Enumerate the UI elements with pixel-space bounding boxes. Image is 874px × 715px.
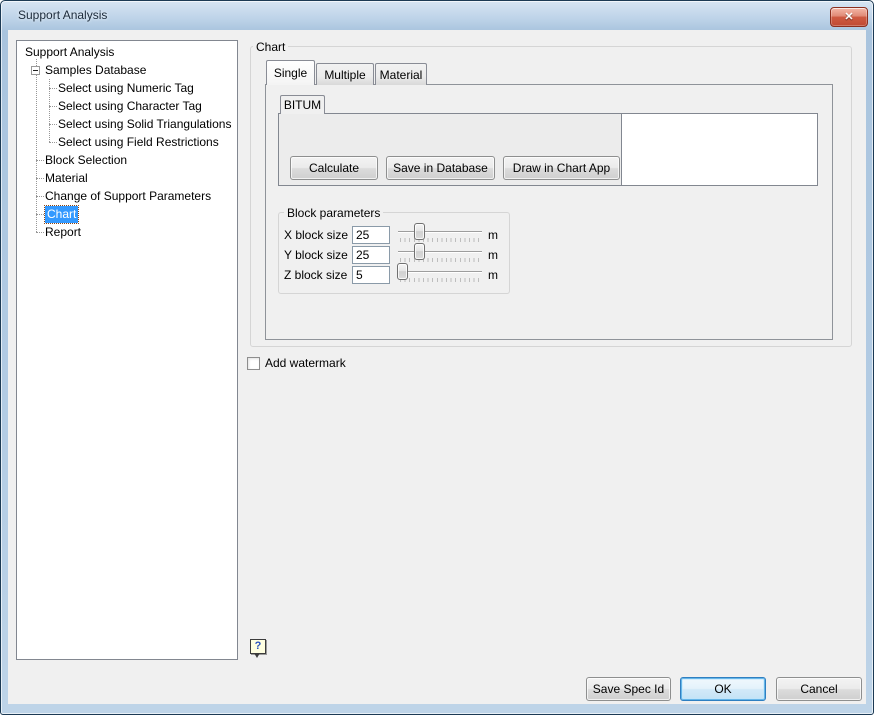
- tree-item-chart[interactable]: Chart: [43, 205, 80, 224]
- slider-ticks: [400, 238, 482, 242]
- z-block-size-unit: m: [488, 268, 498, 282]
- tree-item-support-analysis[interactable]: Support Analysis: [25, 44, 114, 61]
- tree-item-block-selection[interactable]: Block Selection: [45, 152, 127, 169]
- slider-track: [398, 271, 482, 273]
- tab-bitum[interactable]: BITUM: [280, 95, 325, 114]
- y-block-size-slider[interactable]: [398, 243, 482, 265]
- support-analysis-dialog: Support Analysis ✕ Support Analysis Samp…: [0, 0, 874, 715]
- block-parameters-group-label: Block parameters: [284, 206, 384, 220]
- tree-item-change-of-support-parameters[interactable]: Change of Support Parameters: [45, 188, 211, 205]
- slider-track: [398, 251, 482, 253]
- x-block-size-input[interactable]: [352, 226, 390, 244]
- z-block-size-slider[interactable]: [397, 263, 482, 285]
- z-block-size-input[interactable]: [352, 266, 390, 284]
- z-block-size-label: Z block size: [284, 268, 348, 282]
- draw-in-chart-app-button[interactable]: Draw in Chart App: [503, 156, 620, 180]
- tree-connector-stub: [36, 178, 44, 179]
- tree-connector-stub: [36, 196, 44, 197]
- chart-preview-area: [621, 114, 817, 185]
- tree-item-report[interactable]: Report: [45, 224, 81, 241]
- save-spec-id-button[interactable]: Save Spec Id: [586, 677, 671, 701]
- x-block-size-unit: m: [488, 228, 498, 242]
- slider-thumb[interactable]: [397, 263, 409, 280]
- x-block-size-label: X block size: [284, 228, 349, 242]
- slider-thumb[interactable]: [414, 223, 425, 240]
- save-in-database-button[interactable]: Save in Database: [386, 156, 495, 180]
- tree-item-select-using-numeric-tag[interactable]: Select using Numeric Tag: [58, 80, 194, 97]
- slider-ticks: [400, 278, 482, 282]
- y-block-size-input[interactable]: [352, 246, 390, 264]
- tree-connector-stub: [49, 124, 57, 125]
- tree-connector-stub: [36, 232, 44, 233]
- title-bar[interactable]: Support Analysis ✕: [1, 1, 873, 30]
- tree-connector-line: [36, 59, 37, 232]
- add-watermark-checkbox[interactable]: [247, 357, 260, 370]
- tree-item-select-using-field-restrictions[interactable]: Select using Field Restrictions: [58, 134, 219, 151]
- tree-connector-stub: [49, 106, 57, 107]
- y-block-size-label: Y block size: [284, 248, 348, 262]
- tab-single[interactable]: Single: [266, 60, 315, 85]
- x-block-size-slider[interactable]: [398, 223, 482, 245]
- tree-connector-stub: [49, 142, 57, 143]
- question-mark-icon: ?: [254, 640, 262, 652]
- tree-connector-stub: [49, 88, 57, 89]
- help-balloon-icon[interactable]: ?: [250, 639, 266, 658]
- slider-thumb[interactable]: [414, 243, 425, 260]
- slider-ticks: [400, 258, 482, 262]
- tree-connector-stub: [36, 160, 44, 161]
- dialog-client-area: Support Analysis Samples Database Select…: [8, 30, 866, 704]
- close-button[interactable]: ✕: [830, 7, 868, 27]
- y-block-size-unit: m: [488, 248, 498, 262]
- navigation-tree: Support Analysis Samples Database Select…: [16, 40, 238, 660]
- ok-button[interactable]: OK: [680, 677, 766, 701]
- tree-item-samples-database[interactable]: Samples Database: [45, 62, 146, 79]
- tree-item-select-using-character-tag[interactable]: Select using Character Tag: [58, 98, 202, 115]
- add-watermark-label: Add watermark: [265, 356, 346, 370]
- cancel-button[interactable]: Cancel: [776, 677, 862, 701]
- tab-multiple[interactable]: Multiple: [316, 63, 374, 85]
- chart-group-label: Chart: [253, 40, 289, 54]
- tree-expander-minus-icon[interactable]: [31, 66, 40, 75]
- window-title: Support Analysis: [18, 8, 108, 22]
- calculate-button[interactable]: Calculate: [290, 156, 378, 180]
- tree-item-material[interactable]: Material: [45, 170, 88, 187]
- slider-track: [398, 231, 482, 233]
- close-icon: ✕: [844, 11, 854, 23]
- tree-connector-stub: [36, 214, 44, 215]
- tab-material[interactable]: Material: [375, 63, 427, 85]
- tree-item-select-using-solid-triangulations[interactable]: Select using Solid Triangulations: [58, 116, 231, 133]
